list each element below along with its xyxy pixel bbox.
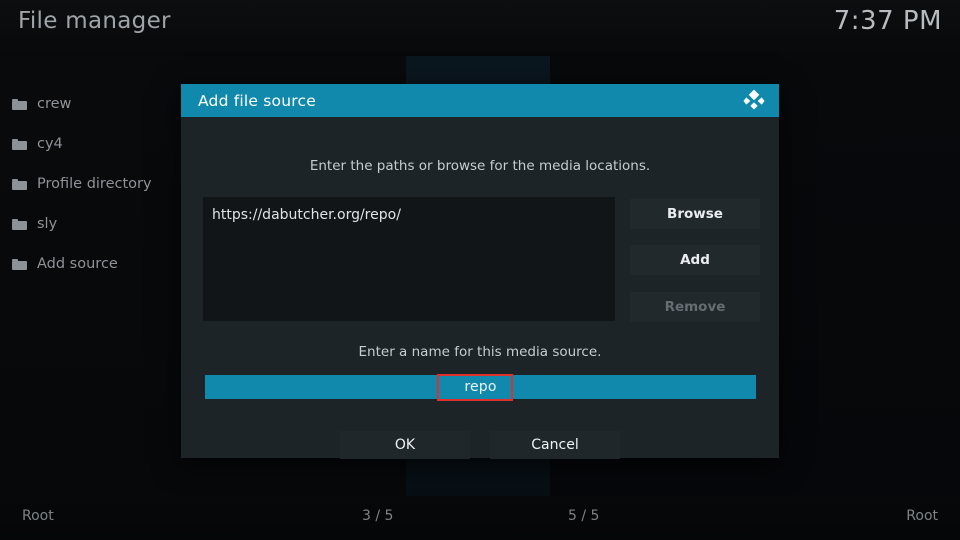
sidebar-item-label: cy4 <box>37 136 63 152</box>
sidebar-item-cy4[interactable]: cy4 <box>0 124 180 164</box>
sidebar-item-sly[interactable]: sly <box>0 204 180 244</box>
sidebar-item-crew[interactable]: crew <box>0 84 180 124</box>
source-name-value: repo <box>464 379 497 395</box>
dialog-header: Add file source <box>181 84 779 117</box>
path-list[interactable]: https://dabutcher.org/repo/ <box>203 197 615 321</box>
status-right-path: Root <box>906 508 938 524</box>
status-left-path: Root <box>22 508 54 524</box>
clock: 7:37 PM <box>833 6 942 36</box>
remove-button: Remove <box>630 292 760 322</box>
folder-icon <box>12 218 27 230</box>
folder-icon <box>12 178 27 190</box>
add-file-source-dialog: Add file source Enter the paths or brows… <box>181 84 779 459</box>
kodi-file-manager-screen: File manager 7:37 PM crew cy4 Profile di… <box>0 0 960 540</box>
page-title: File manager <box>18 8 171 34</box>
source-name-input[interactable]: repo <box>205 375 756 399</box>
list-item[interactable]: https://dabutcher.org/repo/ <box>212 207 401 223</box>
cancel-button[interactable]: Cancel <box>490 431 620 459</box>
sidebar-item-label: crew <box>37 96 72 112</box>
status-bar: Root 3 / 5 5 / 5 Root <box>0 496 960 540</box>
dialog-body: Enter the paths or browse for the media … <box>181 117 779 459</box>
folder-icon <box>12 98 27 110</box>
name-hint-label: Enter a name for this media source. <box>358 344 602 360</box>
sidebar-item-label: sly <box>37 216 58 232</box>
folder-icon <box>12 138 27 150</box>
sidebar-item-label: Profile directory <box>37 176 152 192</box>
add-button[interactable]: Add <box>630 245 760 275</box>
status-right-count: 5 / 5 <box>568 508 600 524</box>
browse-button[interactable]: Browse <box>630 199 760 229</box>
ok-button[interactable]: OK <box>340 431 470 459</box>
sidebar: crew cy4 Profile directory sly Add sourc… <box>0 84 180 284</box>
sidebar-item-add-source[interactable]: Add source <box>0 244 180 284</box>
folder-icon <box>12 258 27 270</box>
sidebar-item-profile-directory[interactable]: Profile directory <box>0 164 180 204</box>
kodi-logo-icon <box>741 88 767 114</box>
dialog-title: Add file source <box>198 91 316 110</box>
status-left-count: 3 / 5 <box>362 508 394 524</box>
paths-hint-label: Enter the paths or browse for the media … <box>309 158 651 174</box>
sidebar-item-label: Add source <box>37 256 118 272</box>
